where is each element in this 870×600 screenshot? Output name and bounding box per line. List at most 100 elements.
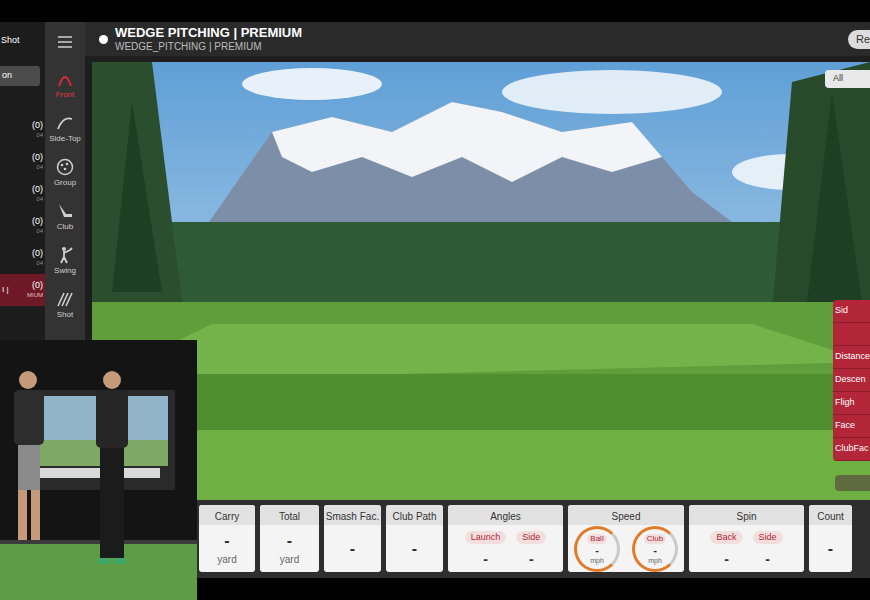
stat-title: Angles: [490, 511, 521, 522]
stat-value-group: -yard: [280, 533, 299, 565]
shot-row-sub: 04: [36, 164, 43, 170]
nav-label: Club: [57, 223, 73, 231]
panel-button[interactable]: on: [0, 66, 40, 86]
shot-list: (0)04(0)04(0)04(0)04(0)04I |(0)MIUM: [0, 114, 45, 306]
status-dot: [99, 35, 108, 44]
data-panel-label: Fligh: [835, 396, 855, 410]
data-panel-row[interactable]: Descen: [833, 369, 870, 392]
data-panel: Sid Distance Descen Fligh Face ClubFac: [833, 300, 870, 461]
header-button-label: Re: [856, 31, 870, 48]
stat-card-header: Total: [260, 505, 319, 525]
shot-row-sub: MIUM: [27, 292, 43, 298]
range-scene[interactable]: All Sid Distance Descen Fligh Face ClubFac: [92, 62, 870, 500]
toggle-pill[interactable]: [835, 475, 870, 491]
nav-label: Side-Top: [49, 135, 81, 143]
shot-row-count: (0): [32, 121, 43, 130]
stat-card: SpinBack-Side-: [689, 505, 804, 572]
shot-row-sub: 04: [36, 228, 43, 234]
panel-title: Shot: [0, 22, 45, 48]
camera-video: [0, 340, 197, 600]
data-panel-label: ClubFac: [835, 442, 869, 456]
main-column: WEDGE PITCHING | PREMIUM WEDGE_PITCHING |…: [85, 22, 870, 600]
stat-sub-label: Side: [516, 531, 546, 544]
nav-item[interactable]: Club: [45, 194, 85, 238]
stat-sub-label: Side: [753, 531, 783, 544]
data-panel-label: Distance: [835, 350, 870, 364]
stat-sub-label: Back: [710, 531, 742, 544]
stat-card: SpeedBall-mphClub-mph: [568, 505, 684, 572]
shot-row[interactable]: (0)04: [0, 146, 45, 178]
shot-row[interactable]: (0)04: [0, 242, 45, 274]
front-icon: [56, 70, 74, 88]
app: Shoton(0)04(0)04(0)04(0)04(0)04I |(0)MIU…: [0, 0, 870, 600]
stat-card-header: Speed: [568, 505, 684, 525]
stat-title: Spin: [736, 511, 756, 522]
shot-row-sub: 04: [36, 260, 43, 266]
nav-item[interactable]: Front: [45, 62, 85, 106]
data-panel-row[interactable]: [833, 323, 870, 346]
shot-row-left: I |: [2, 286, 9, 294]
data-panel-row[interactable]: ClubFac: [833, 438, 870, 461]
shot-row-right: (0)04: [32, 249, 43, 266]
data-panel-row[interactable]: Fligh: [833, 392, 870, 415]
stat-card-header: Spin: [689, 505, 804, 525]
stat-card: Carry -yard: [199, 505, 255, 572]
shot-row-label: I |: [2, 286, 9, 294]
stat-card: Count -: [809, 505, 852, 572]
nav-label: Front: [56, 91, 75, 99]
scene-picture: [92, 62, 870, 500]
data-panel-label: Descen: [835, 373, 866, 387]
stat-card-body: Back-Side-: [689, 525, 804, 572]
shot-row[interactable]: I | (0)MIUM: [0, 274, 45, 306]
stats-bar: Carry-yardTotal-yardSmash Fac.-Club Path…: [85, 500, 870, 578]
shot-row-count: (0): [32, 249, 43, 258]
stat-title: Count: [817, 511, 844, 522]
header-subtitle: WEDGE_PITCHING | PREMIUM: [115, 42, 302, 52]
speed-gauge: Club-mph: [632, 526, 678, 572]
stat-card-body: -: [386, 525, 443, 572]
gauge-unit: mph: [590, 557, 604, 564]
stat-sub-value: -: [483, 552, 488, 566]
nav-item[interactable]: Swing: [45, 238, 85, 282]
stat-title: Carry: [215, 511, 239, 522]
shot-row-right: (0)04: [32, 153, 43, 170]
header-button[interactable]: Re: [848, 30, 870, 49]
stat-card: Club Path-: [386, 505, 443, 572]
shot-row[interactable]: (0)04: [0, 114, 45, 146]
header-bar: WEDGE PITCHING | PREMIUM WEDGE_PITCHING |…: [85, 22, 870, 56]
data-panel-label: Face: [835, 419, 855, 433]
stat-sub-group: Back-: [710, 531, 742, 566]
header-title: WEDGE PITCHING | PREMIUM: [115, 26, 302, 39]
shot-row[interactable]: (0)04: [0, 178, 45, 210]
stat-title: Speed: [612, 511, 641, 522]
stat-card-body: Launch-Side-: [448, 525, 563, 572]
stat-card-body: -yard: [199, 525, 255, 572]
top-strip: [0, 0, 870, 22]
nav-label: Swing: [54, 267, 76, 275]
camera-inset: [0, 340, 197, 600]
stat-card: AnglesLaunch-Side-: [448, 505, 563, 572]
view-filter[interactable]: All: [825, 70, 870, 88]
stat-card: Total -yard: [260, 505, 319, 572]
nav-item[interactable]: Shot: [45, 282, 85, 326]
stat-value-group: -: [350, 541, 355, 557]
stat-card-body: -: [809, 525, 852, 572]
data-panel-row[interactable]: Sid: [833, 300, 870, 323]
nav-item[interactable]: Group: [45, 150, 85, 194]
data-panel-row[interactable]: Face: [833, 415, 870, 438]
data-panel-row[interactable]: Distance: [833, 346, 870, 369]
menu-icon[interactable]: [58, 22, 72, 62]
gauge-value: -: [653, 545, 657, 556]
stat-card-header: Carry: [199, 505, 255, 525]
shot-row-sub: 04: [36, 132, 43, 138]
shot-row-right: (0)MIUM: [27, 281, 43, 298]
nav-item[interactable]: Side-Top: [45, 106, 85, 150]
shot-row-right: (0)04: [32, 121, 43, 138]
stat-card-header: Count: [809, 505, 852, 525]
panel-button-label: on: [2, 69, 12, 83]
shot-row[interactable]: (0)04: [0, 210, 45, 242]
stat-value: -: [224, 533, 229, 549]
stat-value-group: -: [828, 541, 833, 557]
stat-title: Total: [279, 511, 300, 522]
stat-card-body: -: [324, 525, 381, 572]
